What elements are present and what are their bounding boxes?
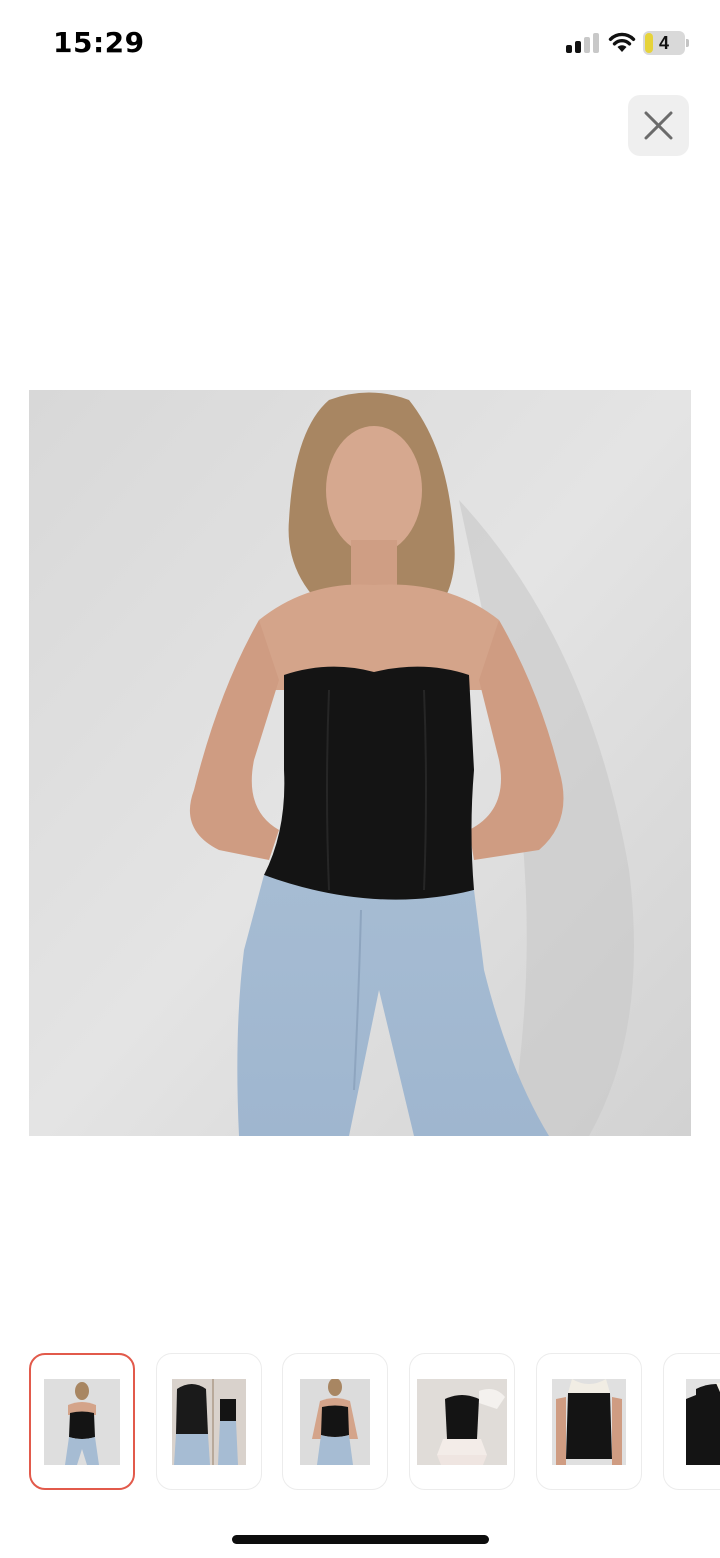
close-button[interactable] — [628, 95, 689, 156]
thumbnail-strip — [0, 1352, 720, 1492]
status-time: 15:29 — [53, 26, 145, 59]
thumb-image — [300, 1378, 370, 1465]
thumbnail-3[interactable] — [282, 1353, 388, 1490]
thumbnail-2[interactable] — [156, 1353, 262, 1490]
battery-level: 4 — [658, 33, 669, 53]
home-indicator[interactable] — [232, 1535, 489, 1544]
status-bar: 15:29 4 — [0, 0, 720, 86]
thumbnail-1[interactable] — [29, 1353, 135, 1490]
thumbnail-4[interactable] — [409, 1353, 515, 1490]
product-photo — [29, 390, 691, 1136]
battery-icon: 4 — [643, 31, 689, 55]
thumb-image — [686, 1378, 720, 1465]
thumbnail-6[interactable] — [663, 1353, 720, 1490]
close-icon — [644, 111, 673, 140]
wifi-icon — [608, 32, 636, 52]
thumb-image — [552, 1378, 626, 1465]
thumb-image — [417, 1378, 507, 1465]
product-image[interactable] — [29, 390, 691, 1136]
signal-icon — [566, 33, 600, 53]
thumb-image — [44, 1378, 120, 1465]
thumbnail-5[interactable] — [536, 1353, 642, 1490]
thumb-image — [172, 1378, 246, 1465]
